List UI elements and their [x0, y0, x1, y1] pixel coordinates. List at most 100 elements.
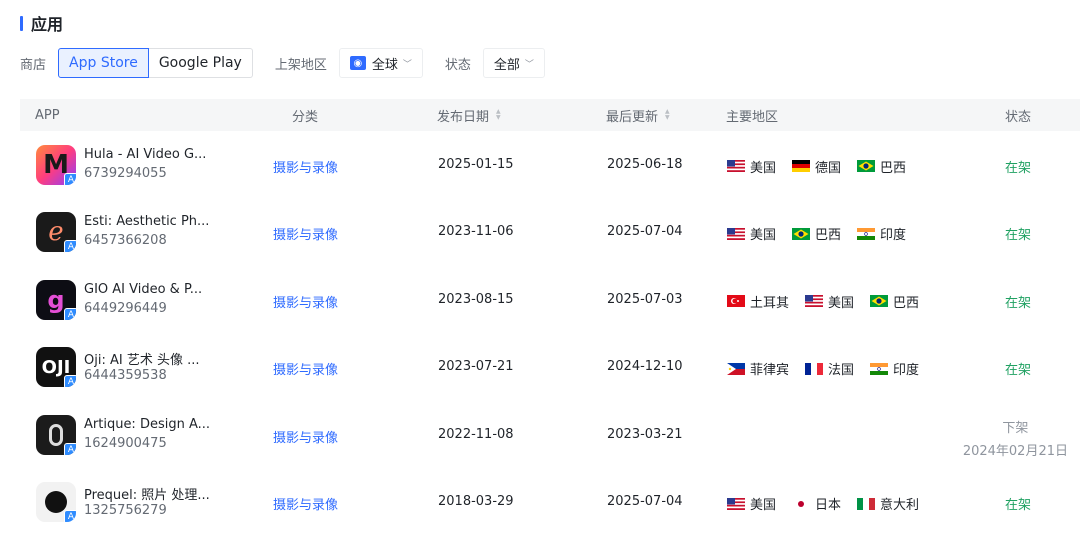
region-list: 美国 巴西 印度	[727, 224, 922, 243]
app-id: 6444359538	[84, 368, 167, 384]
flag-us-icon	[727, 227, 745, 240]
region-list: 菲律宾 法国 印度	[727, 359, 935, 378]
flag-us-icon	[727, 497, 745, 510]
app-id: 1624900475	[84, 435, 167, 451]
table-row[interactable]: g A GIO AI Video & P... 6449296449 摄影与录像 2023…	[20, 266, 1080, 334]
region-name: 印度	[880, 228, 907, 244]
category-link[interactable]: 摄影与录像	[273, 292, 338, 311]
app-name[interactable]: GIO AI Video & P...	[84, 282, 202, 297]
oji-app-icon[interactable]: OJI A	[36, 347, 76, 388]
sort-icon[interactable]: ▲ ▼	[496, 109, 501, 121]
store-option-google-play[interactable]: Google Play	[148, 48, 253, 78]
filter-bar: 商店 App Store Google Play 上架地区 ◉ 全球 ﹀ 状态 …	[20, 48, 545, 78]
status-filter-label: 状态	[444, 57, 471, 73]
region-name: 法国	[828, 363, 855, 379]
app-id: 6457366208	[84, 233, 167, 249]
region-name: 美国	[828, 295, 855, 311]
last-update-date: 2025-07-04	[607, 224, 683, 240]
region-item: 巴西	[792, 224, 841, 243]
hula-app-icon[interactable]: MA	[36, 144, 76, 185]
table-row[interactable]: A Prequel: 照片 处理... 1325756279 摄影与录像 2018-03…	[20, 469, 1080, 537]
flag-it-icon	[857, 497, 876, 510]
header-release-date[interactable]: 发布日期 ▲ ▼	[437, 106, 501, 125]
sort-icon[interactable]: ▲ ▼	[665, 109, 670, 121]
region-item: 日本	[792, 494, 841, 513]
app-store-badge-icon: A	[64, 375, 76, 388]
flag-ph-icon	[727, 362, 745, 375]
region-item: 意大利	[857, 494, 919, 513]
region-list: 美国 德国 巴西	[727, 157, 922, 176]
app-store-badge-icon: A	[64, 510, 76, 523]
region-dropdown[interactable]: ◉ 全球 ﹀	[338, 48, 423, 78]
app-name[interactable]: Esti: Aesthetic Ph...	[84, 214, 209, 229]
flag-br-icon	[857, 160, 876, 173]
last-update-date: 2024-12-10	[607, 359, 683, 375]
region-item: 美国	[727, 157, 776, 176]
chevron-down-icon: ﹀	[524, 59, 534, 70]
status-text: 在架	[1005, 228, 1032, 244]
header-last-update-label: 最后更新	[606, 109, 659, 125]
flag-in-icon	[870, 362, 889, 375]
store-option-app-store[interactable]: App Store	[58, 48, 149, 78]
app-name[interactable]: Prequel: 照片 处理...	[84, 484, 210, 503]
region-item: 美国	[727, 224, 776, 243]
category-link[interactable]: 摄影与录像	[273, 224, 338, 243]
region-item: 印度	[857, 224, 906, 243]
title-accent-bar	[20, 15, 23, 31]
category-link[interactable]: 摄影与录像	[273, 157, 338, 176]
status-text: 下架	[1002, 420, 1029, 436]
category-link[interactable]: 摄影与录像	[273, 359, 338, 378]
status-text: 在架	[1005, 295, 1032, 311]
flag-de-icon	[792, 160, 811, 173]
table-row[interactable]: 𝑒 A Esti: Aesthetic Ph... 6457366208 摄影与录像 20…	[20, 199, 1080, 267]
status-text: 在架	[1005, 498, 1032, 514]
header-release-date-label: 发布日期	[437, 109, 490, 125]
store-filter-label: 商店	[20, 57, 47, 73]
region-name: 日本	[815, 498, 842, 514]
last-update-date: 2025-07-04	[607, 494, 683, 510]
status-text: 在架	[1005, 363, 1032, 379]
app-id: 6739294055	[84, 165, 167, 181]
globe-icon: ◉	[349, 56, 366, 70]
category-link[interactable]: 摄影与录像	[273, 494, 338, 513]
region-name: 美国	[750, 228, 777, 244]
header-last-update[interactable]: 最后更新 ▲ ▼	[606, 106, 670, 125]
region-item: 印度	[870, 359, 919, 378]
table-row[interactable]: OJI A Oji: AI 艺术 头像 ... 6444359538 摄影与录像 2023…	[20, 334, 1080, 402]
flag-fr-icon	[805, 362, 824, 375]
region-item: 巴西	[870, 292, 919, 311]
last-update-date: 2023-03-21	[607, 426, 683, 442]
app-name[interactable]: Oji: AI 艺术 头像 ...	[84, 349, 200, 368]
region-name: 美国	[750, 498, 777, 514]
header-regions: 主要地区	[726, 109, 779, 125]
flag-us-icon	[805, 295, 824, 308]
app-store-badge-icon: A	[64, 307, 76, 320]
app-id: 1325756279	[84, 503, 167, 519]
section-header: 应用	[20, 12, 63, 34]
app-name[interactable]: Artique: Design A...	[84, 417, 210, 432]
artique-app-icon[interactable]: A	[36, 414, 76, 455]
apps-table: APP 分类 发布日期 ▲ ▼ 最后更新 ▲ ▼ 主要地区 状态 M A Hula - …	[20, 99, 1080, 536]
category-link[interactable]: 摄影与录像	[273, 427, 338, 446]
region-name: 美国	[750, 160, 777, 176]
chevron-down-icon: ﹀	[402, 59, 412, 70]
flag-tr-icon	[727, 295, 745, 308]
prequel-app-icon[interactable]: A	[36, 482, 76, 523]
gio-app-icon[interactable]: gA	[36, 279, 76, 320]
app-name[interactable]: Hula - AI Video G...	[84, 147, 206, 162]
release-date: 2025-01-15	[438, 156, 514, 172]
header-status: 状态	[1005, 109, 1032, 125]
region-name: 巴西	[880, 160, 907, 176]
region-list: 土耳其 美国 巴西	[727, 292, 935, 311]
status-dropdown[interactable]: 全部 ﹀	[482, 48, 545, 78]
region-item: 德国	[792, 157, 841, 176]
table-header: APP 分类 发布日期 ▲ ▼ 最后更新 ▲ ▼ 主要地区 状态	[20, 99, 1080, 131]
region-item: 土耳其	[727, 292, 789, 311]
app-store-badge-icon: A	[64, 442, 76, 455]
region-name: 土耳其	[750, 295, 790, 311]
table-row[interactable]: A Artique: Design A... 1624900475 摄影与录像 2022…	[20, 401, 1080, 469]
esti-app-icon[interactable]: 𝑒A	[36, 212, 76, 253]
region-list: 美国 日本 意大利	[727, 494, 935, 513]
table-row[interactable]: M A Hula - AI Video G... 6739294055 摄影与录像 202…	[20, 131, 1080, 199]
region-filter-label: 上架地区	[274, 57, 327, 73]
